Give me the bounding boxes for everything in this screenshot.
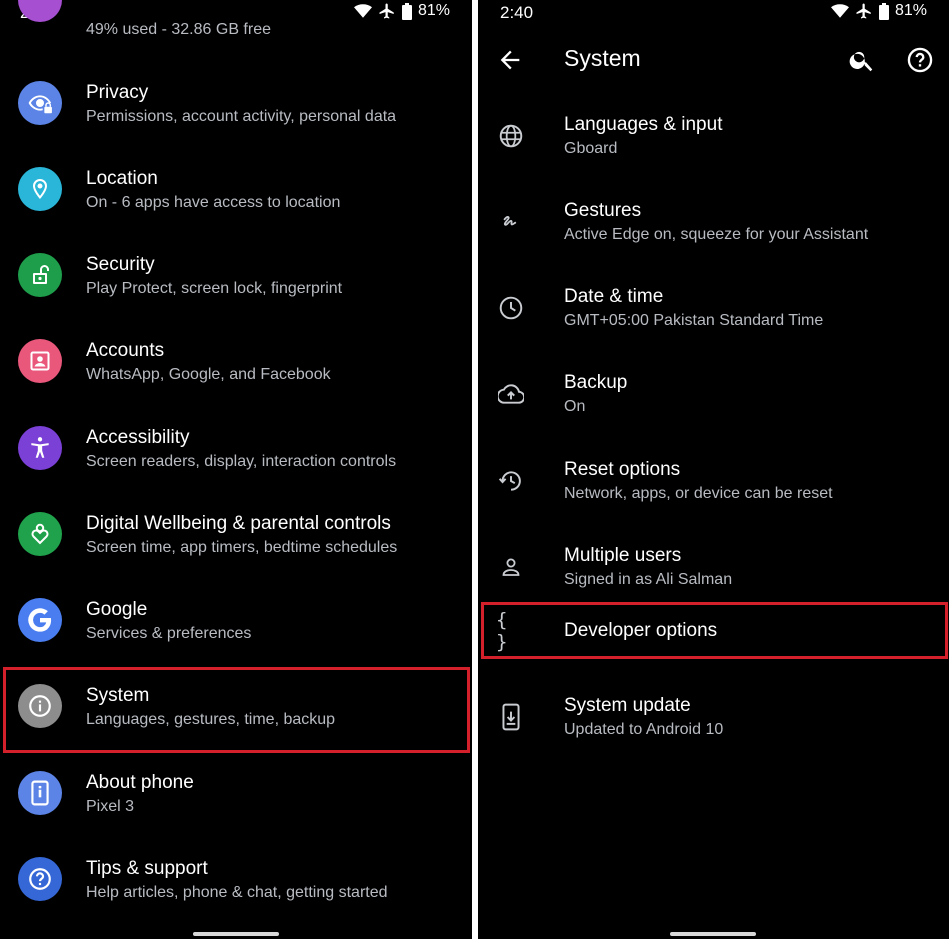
arrow-back-icon [500,50,520,70]
status-bar: 2:40 81% [478,0,949,26]
status-icons: 81% [830,2,927,20]
clock-icon [496,293,526,323]
item-title: Gestures [564,200,642,221]
item-title: Digital Wellbeing & parental controls [86,513,391,534]
cloud-upload-icon [496,379,526,409]
search-button[interactable] [848,46,878,76]
item-subtitle: Signed in as Ali Salman [564,571,733,588]
accessibility-icon [18,426,62,470]
system-item-backup[interactable]: Backup On [478,370,949,456]
settings-item-digital-wellbeing[interactable]: Digital Wellbeing & parental controls Sc… [0,511,472,597]
item-subtitle: Help articles, phone & chat, getting sta… [86,884,388,901]
item-title: Multiple users [564,545,682,566]
system-item-languages[interactable]: Languages & input Gboard [478,112,949,198]
page-title: System [564,45,641,71]
help-icon [18,857,62,901]
storage-item-partial[interactable]: 49% used - 32.86 GB free [0,0,472,44]
globe-icon [496,121,526,151]
settings-main-screen: 2:38 81% 49% used - 32.86 GB free Privac… [0,0,472,939]
gesture-icon [496,207,526,237]
home-indicator[interactable] [670,932,756,936]
item-title: Languages & input [564,114,723,135]
system-item-reset[interactable]: Reset options Network, apps, or device c… [478,457,949,543]
settings-item-security[interactable]: Security Play Protect, screen lock, fing… [0,252,472,338]
item-subtitle: On - 6 apps have access to location [86,194,341,211]
item-title: Backup [564,372,628,393]
item-subtitle: Play Protect, screen lock, fingerprint [86,280,343,297]
person-icon [496,552,526,582]
storage-summary: 49% used - 32.86 GB free [86,21,271,38]
settings-item-about-phone[interactable]: About phone Pixel 3 [0,770,472,856]
account-box-icon [18,339,62,383]
item-title: Reset options [564,459,681,480]
item-title: Google [86,599,148,620]
item-subtitle: Screen time, app timers, bedtime schedul… [86,539,398,556]
storage-icon [18,0,62,22]
settings-item-accessibility[interactable]: Accessibility Screen readers, display, i… [0,425,472,511]
item-title: About phone [86,772,194,793]
item-subtitle: Updated to Android 10 [564,721,724,738]
system-item-date-time[interactable]: Date & time GMT+05:00 Pakistan Standard … [478,284,949,370]
home-indicator[interactable] [193,932,279,936]
system-settings-screen: 2:40 81% System Languages & input Gboard… [478,0,949,939]
item-subtitle: Active Edge on, squeeze for your Assista… [564,226,869,243]
wifi-icon [830,4,849,18]
settings-item-accounts[interactable]: Accounts WhatsApp, Google, and Facebook [0,338,472,424]
item-title: Tips & support [86,858,208,879]
unlock-icon [18,253,62,297]
phone-icon [18,771,62,815]
highlight-box-system [3,667,470,753]
airplane-icon [856,3,871,19]
help-button[interactable] [906,46,936,76]
item-subtitle: Screen readers, display, interaction con… [86,453,397,470]
eye-lock-icon [18,81,62,125]
item-title: Security [86,254,155,275]
battery-icon [878,2,889,20]
item-title: Privacy [86,82,149,103]
item-title: Accessibility [86,427,190,448]
system-item-system-update[interactable]: System update Updated to Android 10 [478,693,949,779]
help-icon [907,47,933,73]
settings-item-tips-support[interactable]: Tips & support Help articles, phone & ch… [0,856,472,939]
location-pin-icon [18,167,62,211]
system-update-icon [496,702,526,732]
back-button[interactable] [496,46,526,76]
history-icon [496,466,526,496]
settings-item-privacy[interactable]: Privacy Permissions, account activity, p… [0,80,472,166]
battery-percent: 81% [894,2,927,19]
status-time: 2:40 [500,3,534,22]
search-icon [849,51,873,72]
item-subtitle: GMT+05:00 Pakistan Standard Time [564,312,824,329]
item-title: System update [564,695,691,716]
item-title: Location [86,168,158,189]
google-g-icon [18,598,62,642]
settings-item-location[interactable]: Location On - 6 apps have access to loca… [0,166,472,252]
system-item-gestures[interactable]: Gestures Active Edge on, squeeze for you… [478,198,949,284]
item-subtitle: Gboard [564,140,618,157]
item-subtitle: Network, apps, or device can be reset [564,485,833,502]
wellbeing-heart-icon [18,512,62,556]
item-title: Date & time [564,286,664,307]
item-subtitle: WhatsApp, Google, and Facebook [86,366,331,383]
item-subtitle: Pixel 3 [86,798,135,815]
item-subtitle: Services & preferences [86,625,252,642]
highlight-box-developer-options [481,602,948,659]
item-title: Accounts [86,340,165,361]
item-subtitle: Permissions, account activity, personal … [86,108,397,125]
item-subtitle: On [564,398,586,415]
